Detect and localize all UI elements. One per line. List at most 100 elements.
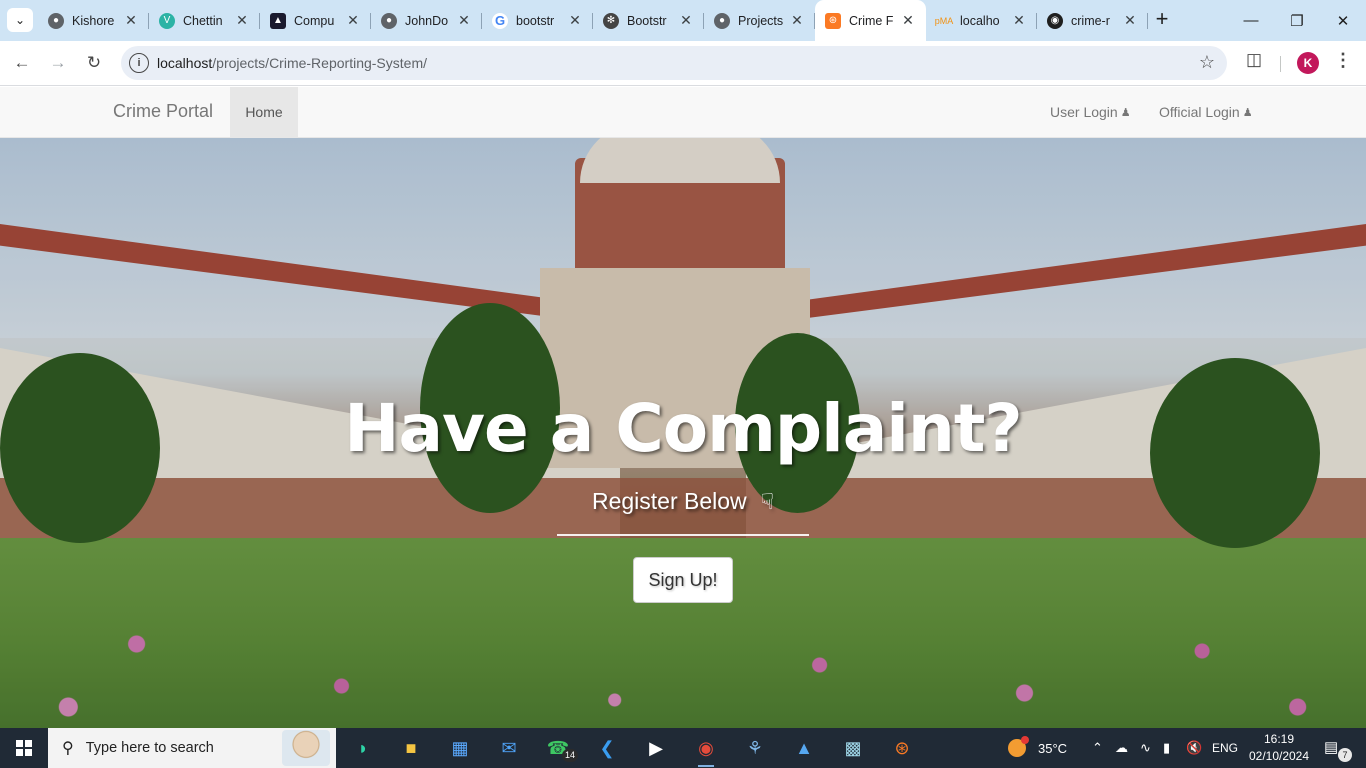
browser-tab[interactable]: ● Kishore ✕ <box>38 0 149 41</box>
notification-count: 7 <box>1338 748 1352 762</box>
xampp-icon[interactable]: ⊛ <box>886 732 918 764</box>
browser-tab[interactable]: V Chettin ✕ <box>149 0 260 41</box>
mail-icon[interactable]: ✉ <box>493 732 525 764</box>
tab-title: Projects <box>738 13 784 28</box>
close-icon[interactable]: ✕ <box>456 12 472 29</box>
tab-title: bootstr <box>516 13 555 28</box>
back-button[interactable]: ← <box>8 49 36 77</box>
paint-icon[interactable]: ⚘ <box>739 732 771 764</box>
user-login-label: User Login <box>1050 104 1118 120</box>
official-login-link[interactable]: Official Login ♟ <box>1159 87 1253 137</box>
hand-pointing-down-icon: ☟ <box>760 489 775 514</box>
openai-icon: ✻ <box>603 12 619 29</box>
github-icon: ◉ <box>1047 12 1063 29</box>
minimize-button[interactable]: — <box>1228 0 1274 41</box>
start-button[interactable] <box>0 728 48 768</box>
onedrive-cloud-icon[interactable]: ☁ <box>1115 728 1128 768</box>
close-icon[interactable]: ✕ <box>789 12 805 29</box>
notepad-icon[interactable]: ▩ <box>837 732 869 764</box>
close-icon[interactable]: ✕ <box>1011 12 1027 29</box>
browser-tab[interactable]: ● JohnDo ✕ <box>371 0 482 41</box>
taskbar-search-placeholder: Type here to search <box>85 740 214 756</box>
browser-tab[interactable]: ◉ crime-r ✕ <box>1037 0 1148 41</box>
info-icon[interactable]: i <box>129 53 149 73</box>
google-icon: G <box>492 12 508 29</box>
notification-center-icon[interactable]: ▤ 7 <box>1324 738 1352 762</box>
browser-toolbar: ← → ↻ i localhost/projects/Crime-Reporti… <box>0 41 1366 86</box>
search-highlight-image <box>282 730 330 766</box>
media-player-icon[interactable]: ▶ <box>640 732 672 764</box>
close-icon[interactable]: ✕ <box>234 12 250 29</box>
extensions-puzzle-icon[interactable]: ◫ <box>1241 50 1267 76</box>
url-path: /projects/Crime-Reporting-System/ <box>212 55 427 71</box>
whatsapp-badge: 14 <box>562 749 578 762</box>
edge-icon[interactable]: ◗ <box>347 732 379 764</box>
speaker-muted-icon[interactable]: 🔇 <box>1186 728 1202 768</box>
microsoft-store-icon[interactable]: ▦ <box>444 732 476 764</box>
bookmark-star-icon[interactable]: ☆ <box>1199 52 1215 73</box>
wifi-icon[interactable]: ∿ <box>1140 728 1151 768</box>
new-tab-button[interactable]: + <box>1150 8 1174 32</box>
weather-widget[interactable]: 35°C <box>1008 728 1067 768</box>
windows-taskbar: ⚲ Type here to search ◗ ■ ▦ ✉ ☎ 14 ❮ ▶ ◉ … <box>0 728 1366 768</box>
more-menu-icon[interactable]: ⋮ <box>1333 50 1353 76</box>
whatsapp-icon[interactable]: ☎ 14 <box>542 732 578 764</box>
tray-chevron-up-icon[interactable]: ⌃ <box>1092 728 1103 768</box>
globe-icon: ● <box>714 12 730 29</box>
hero-subtitle-row: Register Below ☟ <box>0 488 1366 515</box>
tab-search-button[interactable]: ⌄ <box>7 8 33 32</box>
tab-title: Bootstr <box>627 13 667 28</box>
close-icon[interactable]: ✕ <box>345 12 361 29</box>
user-login-link[interactable]: User Login ♟ <box>1050 87 1131 137</box>
reload-button[interactable]: ↻ <box>80 49 108 77</box>
close-icon[interactable]: ✕ <box>1122 12 1138 29</box>
browser-tab[interactable]: pMA localho ✕ <box>926 0 1037 41</box>
temperature: 35°C <box>1038 740 1068 756</box>
site-navbar: Crime Portal Home User Login ♟ Official … <box>0 87 1366 138</box>
sign-up-button[interactable]: Sign Up! <box>633 557 733 603</box>
graduation-cap-icon: ▲ <box>270 12 286 29</box>
vscode-icon[interactable]: ❮ <box>591 732 623 764</box>
close-icon[interactable]: ✕ <box>678 12 694 29</box>
close-window-button[interactable]: ✕ <box>1320 0 1366 41</box>
profile-avatar[interactable]: K <box>1297 52 1319 74</box>
language-indicator[interactable]: ENG <box>1212 728 1238 768</box>
browser-tab[interactable]: ▲ Compu ✕ <box>260 0 371 41</box>
nav-home-link[interactable]: Home <box>230 87 298 137</box>
brand-link[interactable]: Crime Portal <box>113 101 213 122</box>
hero-divider <box>557 534 809 536</box>
globe-icon: ● <box>381 12 397 29</box>
official-login-label: Official Login <box>1159 104 1240 120</box>
search-icon: ⚲ <box>62 740 74 757</box>
browser-tab[interactable]: ● Projects ✕ <box>704 0 815 41</box>
close-icon[interactable]: ✕ <box>900 12 916 29</box>
clock-date: 02/10/2024 <box>1248 749 1310 763</box>
chrome-icon[interactable]: ◉ <box>690 732 722 767</box>
address-bar[interactable]: i localhost/projects/Crime-Reporting-Sys… <box>121 46 1227 80</box>
file-explorer-icon[interactable]: ■ <box>395 732 427 764</box>
browser-tab-strip: ⌄ ● Kishore ✕ V Chettin ✕ ▲ Compu ✕ ● Jo… <box>0 0 1366 41</box>
tab-list: ● Kishore ✕ V Chettin ✕ ▲ Compu ✕ ● John… <box>38 0 1148 41</box>
url-text[interactable]: localhost/projects/Crime-Reporting-Syste… <box>157 55 427 71</box>
browser-tab[interactable]: G bootstr ✕ <box>482 0 593 41</box>
hero-title: Have a Complaint? <box>344 390 1022 467</box>
hero-section: Have a Complaint? Register Below ☟ Sign U… <box>0 138 1366 728</box>
browser-tab-active[interactable]: ⊛ Crime F ✕ <box>815 0 926 41</box>
user-icon: ♟ <box>1242 106 1253 119</box>
tab-title: Chettin <box>183 13 223 28</box>
taskbar-search-box[interactable]: ⚲ Type here to search <box>48 728 336 768</box>
tab-title: Kishore <box>72 13 115 28</box>
close-icon[interactable]: ✕ <box>123 12 139 29</box>
browser-tab[interactable]: ✻ Bootstr ✕ <box>593 0 704 41</box>
tab-title: Compu <box>294 13 335 28</box>
battery-icon[interactable]: ▮ <box>1163 728 1170 768</box>
clock[interactable]: 16:19 02/10/2024 <box>1248 731 1310 765</box>
forward-button[interactable]: → <box>44 49 72 77</box>
restore-button[interactable]: ❐ <box>1274 0 1320 41</box>
photos-icon[interactable]: ▲ <box>788 732 820 764</box>
tab-title: Crime F <box>849 13 894 28</box>
clock-time: 16:19 <box>1263 732 1295 746</box>
close-icon[interactable]: ✕ <box>567 12 583 29</box>
tab-title: crime-r <box>1071 13 1110 28</box>
tab-title: localho <box>960 13 1000 28</box>
